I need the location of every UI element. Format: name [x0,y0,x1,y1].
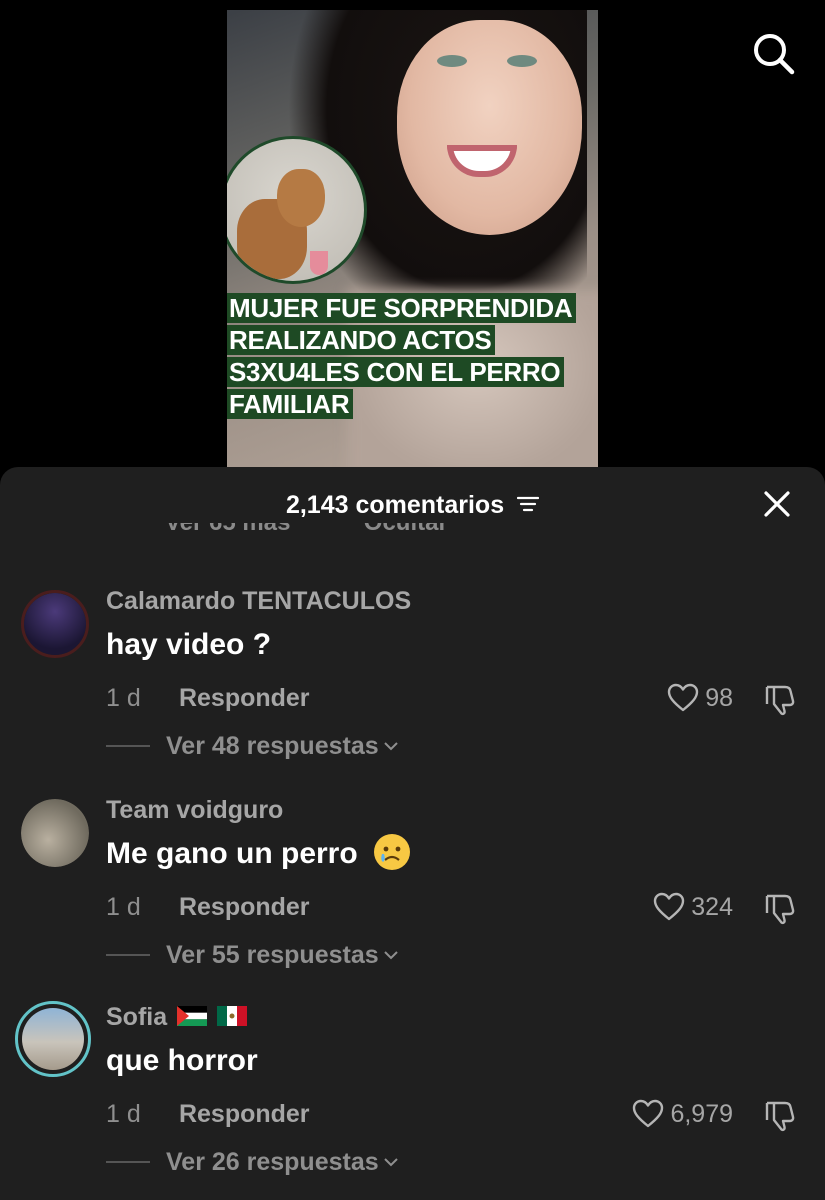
eye [437,55,467,67]
view-replies-label: Ver 26 respuestas [166,1148,379,1176]
comment-meta: 1 d Responder [106,1097,310,1131]
chevron-down-icon [383,951,398,960]
comment-username[interactable]: Team voidguro [106,794,283,826]
close-icon[interactable] [762,489,792,519]
reply-button[interactable]: Responder [179,1100,310,1128]
headline-line-3: S3XU4LES CON EL PERRO [227,357,565,387]
avatar[interactable] [15,1001,91,1077]
view-replies-button[interactable]: Ver 55 respuestas [106,938,399,972]
headline-line-1: MUJER FUE SORPRENDIDA [227,293,577,323]
comment-text: que horror [106,1044,258,1077]
clipped-hide[interactable]: Ocultar [364,523,448,536]
comment-text: Me gano un perro [106,834,411,874]
comment-meta: 1 d Responder [106,681,310,715]
video-thumbnail[interactable]: MUJER FUE SORPRENDIDA REALIZANDO ACTOS S… [227,10,598,468]
palestine-flag-icon [177,1006,208,1027]
comments-count-title: 2,143 comentarios [285,491,505,519]
reply-button[interactable]: Responder [179,893,310,921]
reply-button[interactable]: Responder [179,684,310,712]
comment-text: hay video ? [106,628,272,661]
comment-meta: 1 d Responder [106,890,310,924]
smile [447,145,517,177]
video-area[interactable]: MUJER FUE SORPRENDIDA REALIZANDO ACTOS S… [0,0,825,480]
heart-icon [654,892,685,921]
comment-username[interactable]: Sofia [106,1001,248,1033]
comments-header: 2,143 comentarios [0,487,825,523]
comment-item: Sofia que horror 1 d Responder 6,979 Ver… [0,1001,825,1200]
dog-tongue [310,251,328,275]
comment-time: 1 d [106,893,141,921]
headline-line-2: REALIZANDO ACTOS [227,325,496,355]
view-replies-button[interactable]: Ver 48 respuestas [106,729,399,763]
sad-face-emoji-icon [374,834,411,871]
comment-text-content: Me gano un perro [106,837,358,870]
comments-sheet: 2,143 comentarios Ver 65 más Ocultar Cal… [0,467,825,1200]
comment-item: Calamardo TENTACULOS hay video ? 1 d Res… [0,585,825,790]
like-button[interactable]: 98 [667,681,733,715]
view-replies-button[interactable]: Ver 26 respuestas [106,1145,399,1179]
chevron-down-icon [383,742,398,751]
headline-line-4: FAMILIAR [227,389,354,419]
comment-item: Team voidguro Me gano un perro 1 d Respo… [0,794,825,999]
comment-username[interactable]: Calamardo TENTACULOS [106,585,411,617]
username-text: Sofia [106,1003,168,1031]
heart-icon [667,683,699,712]
like-button[interactable]: 6,979 [632,1097,733,1131]
view-replies-label: Ver 48 respuestas [166,732,379,760]
comment-time: 1 d [106,684,141,712]
like-count: 6,979 [670,1100,733,1128]
view-replies-label: Ver 55 respuestas [166,941,379,969]
thumbs-down-icon[interactable] [763,893,797,925]
filter-icon[interactable] [517,495,540,513]
like-button[interactable]: 324 [653,890,733,924]
comment-time: 1 d [106,1100,141,1128]
thumbnail-face [397,20,582,235]
clipped-replies-row: Ver 65 más Ocultar [165,523,448,549]
search-icon[interactable] [750,30,796,76]
video-headline: MUJER FUE SORPRENDIDA REALIZANDO ACTOS S… [227,292,598,420]
like-count: 324 [691,893,733,921]
thumbs-down-icon[interactable] [763,1100,797,1132]
avatar[interactable] [21,799,89,867]
eye [507,55,537,67]
avatar[interactable] [21,590,89,658]
chevron-down-icon [383,1158,398,1167]
heart-icon [633,1099,664,1128]
mexico-flag-icon [217,1006,248,1027]
dog-head [277,169,325,227]
like-count: 98 [705,684,733,712]
clipped-view-more[interactable]: Ver 65 más [165,523,290,536]
thumbs-down-icon[interactable] [763,684,797,716]
